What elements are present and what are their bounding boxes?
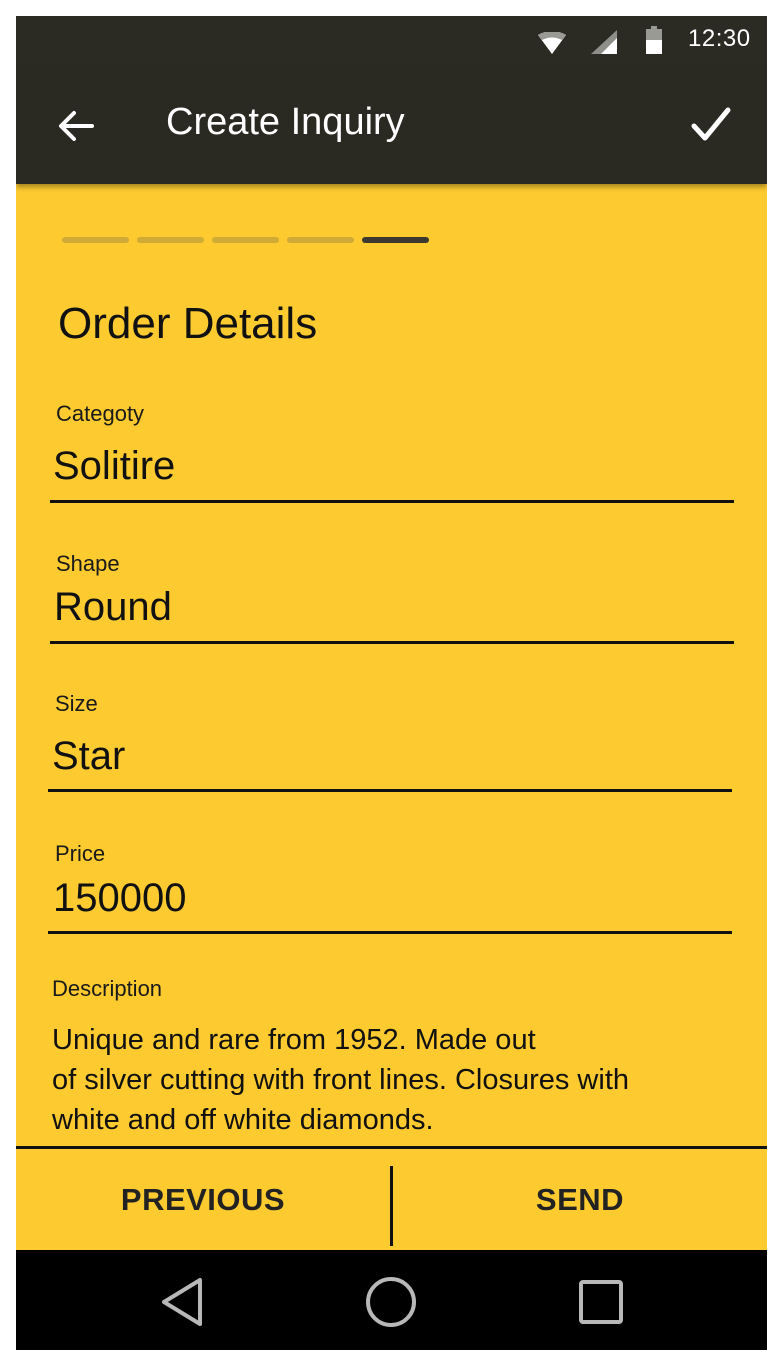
step-indicator: [287, 237, 354, 243]
page-title: Create Inquiry: [166, 101, 405, 143]
recents-square-icon[interactable]: [574, 1275, 628, 1329]
shape-field[interactable]: Round: [54, 585, 172, 630]
step-indicator: [62, 237, 129, 243]
price-underline: [48, 931, 732, 934]
step-indicator: [212, 237, 279, 243]
action-bar: PREVIOUS SEND: [16, 1146, 767, 1250]
status-time: 12:30: [688, 25, 751, 52]
description-line: white and off white diamonds.: [52, 1104, 434, 1136]
size-label: Size: [55, 691, 98, 716]
app-bar: Create Inquiry: [16, 66, 767, 184]
back-triangle-icon[interactable]: [156, 1275, 210, 1329]
progress-stepper: [62, 237, 442, 243]
description-field[interactable]: Unique and rare from 1952. Made out of s…: [52, 1020, 732, 1140]
previous-button[interactable]: PREVIOUS: [16, 1149, 390, 1250]
price-label: Price: [55, 841, 106, 866]
home-circle-icon[interactable]: [364, 1275, 418, 1329]
category-label: Categoty: [56, 401, 145, 426]
send-button[interactable]: SEND: [393, 1149, 767, 1250]
arrow-left-icon[interactable]: [56, 106, 96, 146]
step-indicator: [137, 237, 204, 243]
description-line: of silver cutting with front lines. Clos…: [52, 1064, 629, 1096]
phone-screen: 12:30 Create Inquiry Order Details Categ…: [16, 16, 767, 1350]
step-indicator-active: [362, 237, 429, 243]
check-icon[interactable]: [690, 104, 732, 146]
category-field[interactable]: Solitire: [53, 444, 175, 489]
battery-icon: [646, 26, 662, 54]
description-line: Unique and rare from 1952. Made out: [52, 1024, 536, 1056]
system-nav-bar: [16, 1250, 767, 1350]
section-title: Order Details: [58, 299, 318, 348]
size-underline: [48, 789, 732, 792]
shape-label: Shape: [56, 551, 120, 576]
signal-icon: [591, 30, 617, 54]
description-label: Description: [52, 976, 163, 1001]
wifi-icon: [538, 32, 566, 54]
category-underline: [50, 500, 734, 503]
price-field[interactable]: 150000: [53, 876, 186, 921]
shape-underline: [50, 641, 734, 644]
size-field[interactable]: Star: [52, 734, 125, 779]
status-bar: 12:30: [16, 16, 767, 66]
